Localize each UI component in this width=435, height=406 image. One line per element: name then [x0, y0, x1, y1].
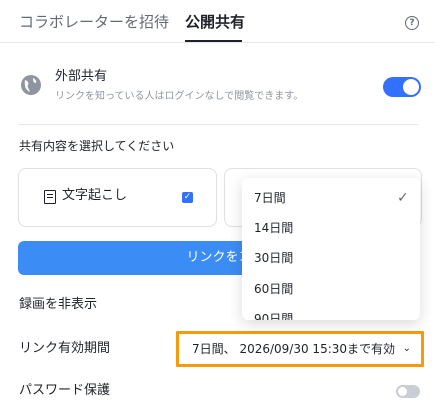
tab-invite-collaborators[interactable]: コラボレーターを招待: [19, 12, 169, 32]
external-share-description: リンクを知っている人はログインなしで閲覧できます。: [55, 91, 304, 102]
external-share-toggle[interactable]: [383, 77, 421, 97]
document-icon: [44, 190, 56, 204]
dropdown-option-14[interactable]: 14日間: [254, 220, 293, 236]
external-share-title: 外部共有: [55, 69, 108, 84]
content-option-label: 文字起こし: [62, 188, 128, 203]
content-option-transcript[interactable]: 文字起こし ✓: [18, 168, 217, 227]
hide-recording-label: 録画を非表示: [19, 297, 98, 312]
tabs-divider: [0, 42, 435, 43]
section-divider: [18, 124, 418, 125]
toggle-knob: [403, 79, 419, 95]
toggle-knob: [398, 387, 407, 396]
dropdown-option-60[interactable]: 60日間: [254, 281, 293, 297]
chevron-down-icon: ⌄: [402, 343, 411, 354]
link-expiry-select[interactable]: 7日間、 2026/09/30 15:30まで有効 ⌄: [176, 331, 424, 367]
dropdown-option-30[interactable]: 30日間: [254, 250, 293, 266]
password-label: パスワード保護: [19, 383, 111, 398]
check-icon: ✓: [397, 190, 409, 206]
link-expiry-value: 7日間、 2026/09/30 15:30まで有効: [192, 342, 396, 356]
expiry-dropdown-menu: 7日間 ✓ 14日間 30日間 60日間 90日間: [242, 178, 420, 320]
dropdown-option-7[interactable]: 7日間: [254, 190, 286, 206]
link-expiry-label: リンク有効期間: [19, 341, 111, 356]
dropdown-option-90[interactable]: 90日間: [254, 311, 293, 320]
password-toggle[interactable]: [396, 385, 420, 398]
tab-public-share[interactable]: 公開共有: [185, 12, 245, 32]
globe-icon: [21, 75, 41, 95]
help-icon[interactable]: ?: [405, 16, 419, 30]
content-section-title: 共有内容を選択してください: [19, 139, 175, 153]
transcript-checkbox[interactable]: ✓: [182, 192, 193, 203]
